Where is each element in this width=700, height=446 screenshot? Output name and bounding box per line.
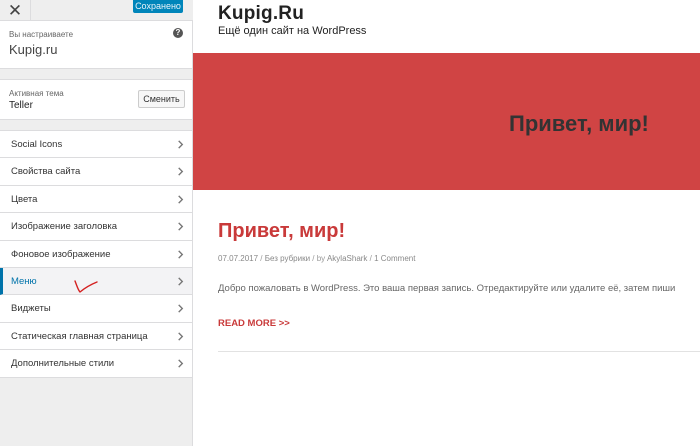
chevron-right-icon: [178, 332, 184, 341]
chevron-right-icon: [178, 359, 184, 368]
post-divider: [218, 351, 700, 352]
header-image: Привет, мир!: [193, 53, 700, 190]
customizer-info: Вы настраиваете Kupig.ru ?: [0, 21, 192, 69]
sidebar-item-label: Изображение заголовка: [11, 221, 118, 233]
site-preview: Kupig.Ru Ещё один сайт на WordPress Прив…: [193, 0, 700, 446]
post-excerpt: Добро пожаловать в WordPress. Это ваша п…: [218, 283, 676, 294]
sidebar-item-label: Дополнительные стили: [11, 358, 115, 370]
post-meta: 07.07.2017 / Без рубрики / by AkylaShark…: [218, 254, 415, 263]
sidebar-item-3[interactable]: Цвета: [0, 185, 192, 214]
active-theme-label: Активная тема: [9, 89, 64, 98]
post-category[interactable]: Без рубрики: [265, 254, 310, 263]
post-title[interactable]: Привет, мир!: [218, 220, 345, 243]
sidebar-item-5[interactable]: Фоновое изображение: [0, 240, 192, 268]
post-comments[interactable]: 1 Comment: [374, 254, 415, 263]
chevron-right-icon: [178, 277, 184, 286]
chevron-right-icon: [178, 195, 184, 204]
chevron-right-icon: [178, 222, 184, 231]
hero-title: Привет, мир!: [509, 111, 649, 136]
chevron-right-icon: [178, 249, 184, 259]
sidebar-item-label: Фоновое изображение: [11, 248, 111, 260]
help-icon[interactable]: ?: [173, 28, 183, 38]
sidebar-item-label: Статическая главная страница: [11, 330, 148, 342]
sidebar-item-1[interactable]: Social Icons: [0, 131, 192, 159]
sidebar-item-9[interactable]: Дополнительные стили: [0, 350, 192, 378]
site-tagline: Ещё один сайт на WordPress: [218, 25, 367, 37]
sidebar-item-2[interactable]: Свойства сайта: [0, 158, 192, 186]
sidebar-item-label: Цвета: [11, 193, 38, 205]
active-theme-panel: Активная тема Teller Сменить: [0, 79, 192, 120]
active-theme-name: Teller: [9, 100, 33, 111]
sidebar-item-7[interactable]: Виджеты: [0, 295, 192, 323]
chevron-right-icon: [178, 140, 184, 149]
read-more-link[interactable]: READ MORE >>: [218, 318, 290, 329]
meta-separator: /: [258, 254, 265, 263]
sidebar-item-6[interactable]: Меню: [0, 267, 192, 296]
customizer-sidebar: ✕ Сохранено Вы настраиваете Kupig.ru ? А…: [0, 0, 193, 446]
site-name: Kupig.ru: [9, 42, 58, 57]
customizer-header: ✕ Сохранено: [0, 0, 193, 21]
customizer-sections: Social Icons Свойства сайта Цвета Изобра…: [0, 130, 192, 378]
meta-separator: / by: [310, 254, 327, 263]
site-title[interactable]: Kupig.Ru: [218, 3, 304, 25]
close-icon[interactable]: ✕: [0, 0, 31, 21]
sidebar-item-label: Меню: [11, 275, 37, 287]
post-author[interactable]: AkylaShark: [327, 254, 367, 263]
chevron-right-icon: [178, 167, 184, 176]
info-label: Вы настраиваете: [9, 30, 74, 39]
sidebar-item-label: Свойства сайта: [11, 166, 81, 178]
chevron-right-icon: [178, 304, 184, 313]
sidebar-item-4[interactable]: Изображение заголовка: [0, 213, 192, 241]
sidebar-item-8[interactable]: Статическая главная страница: [0, 322, 192, 351]
sidebar-item-label: Social Icons: [11, 139, 63, 150]
post-date[interactable]: 07.07.2017: [218, 254, 258, 263]
sidebar-item-label: Виджеты: [11, 303, 51, 315]
save-button[interactable]: Сохранено: [133, 0, 183, 13]
change-theme-button[interactable]: Сменить: [138, 90, 185, 108]
